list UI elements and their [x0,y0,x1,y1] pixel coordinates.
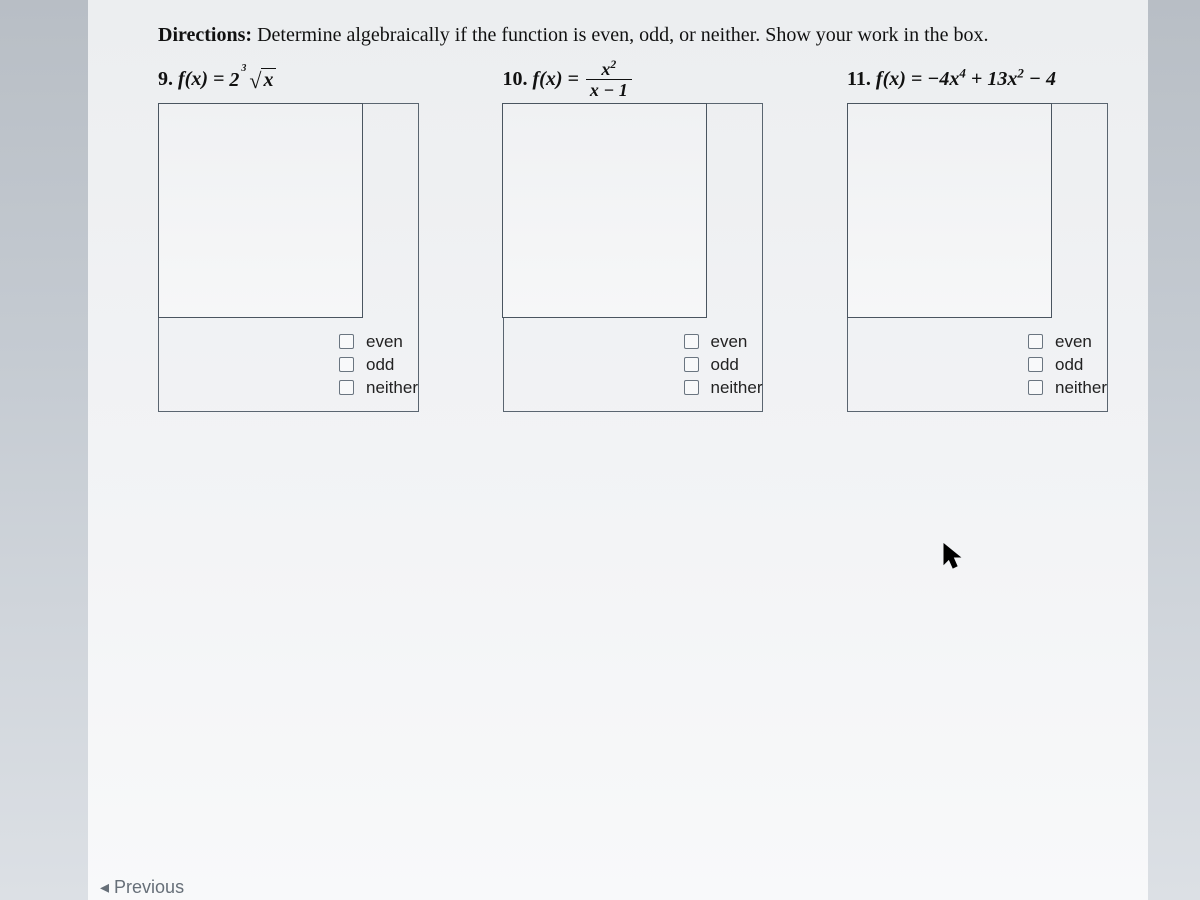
option-even[interactable]: even [684,332,763,352]
checkbox-icon[interactable] [1028,357,1043,372]
checkbox-icon[interactable] [684,357,699,372]
option-label: neither [366,378,418,398]
fraction-numerator: x2 [586,60,632,80]
problems-row: 9. f(x) = 23x even odd [158,55,1108,412]
option-neither[interactable]: neither [1028,378,1107,398]
checkbox-icon[interactable] [339,357,354,372]
work-box[interactable] [847,103,1052,318]
checkbox-icon[interactable] [684,334,699,349]
option-even[interactable]: even [1028,332,1107,352]
problem-10-prompt: 10. f(x) = x2 x − 1 [503,55,764,103]
problem-11-prompt: 11. f(x) = −4x4 + 13x2 − 4 [847,55,1108,103]
problem-number: 11. [847,68,871,91]
checkbox-icon[interactable] [684,380,699,395]
directions-text: Determine algebraically if the function … [257,24,988,46]
option-label: odd [711,355,739,375]
problem-9-frame: even odd neither [158,103,419,412]
option-odd[interactable]: odd [684,355,763,375]
problem-11-frame: even odd neither [847,103,1108,412]
option-label: even [366,332,403,352]
problem-9-prompt: 9. f(x) = 23x [158,55,419,103]
previous-button[interactable]: ◂ Previous [100,877,184,898]
option-even[interactable]: even [339,332,418,352]
option-odd[interactable]: odd [339,355,418,375]
option-label: neither [711,378,763,398]
option-label: even [1055,332,1092,352]
option-odd[interactable]: odd [1028,355,1107,375]
checkbox-icon[interactable] [1028,334,1043,349]
problem-number: 10. [503,68,528,91]
problem-number: 9. [158,68,173,91]
checkbox-icon[interactable] [339,380,354,395]
function-lhs: f(x) = [178,68,224,91]
checkbox-icon[interactable] [339,334,354,349]
option-label: neither [1055,378,1107,398]
function-expr: x2 x − 1 [586,60,632,99]
function-lhs: f(x) = [533,68,579,91]
problem-10-frame: even odd neither [503,103,764,412]
answer-options: even odd neither [684,332,763,398]
problem-11: 11. f(x) = −4x4 + 13x2 − 4 even odd [847,55,1108,412]
directions-label: Directions: [158,24,252,46]
directions: Directions: Determine algebraically if t… [158,22,1108,49]
function-expr: −4x4 + 13x2 − 4 [927,68,1056,91]
option-label: odd [1055,355,1083,375]
work-box[interactable] [502,103,707,318]
function-expr: 23x [229,66,276,92]
option-neither[interactable]: neither [339,378,418,398]
answer-options: even odd neither [1028,332,1107,398]
option-label: even [711,332,748,352]
problem-9: 9. f(x) = 23x even odd [158,55,419,412]
option-label: odd [366,355,394,375]
option-neither[interactable]: neither [684,378,763,398]
worksheet-page: Directions: Determine algebraically if t… [88,0,1148,900]
checkbox-icon[interactable] [1028,380,1043,395]
problem-10: 10. f(x) = x2 x − 1 even odd [503,55,764,412]
function-lhs: f(x) = [876,68,922,91]
fraction-denominator: x − 1 [586,80,632,99]
answer-options: even odd neither [339,332,418,398]
work-box[interactable] [158,103,363,318]
